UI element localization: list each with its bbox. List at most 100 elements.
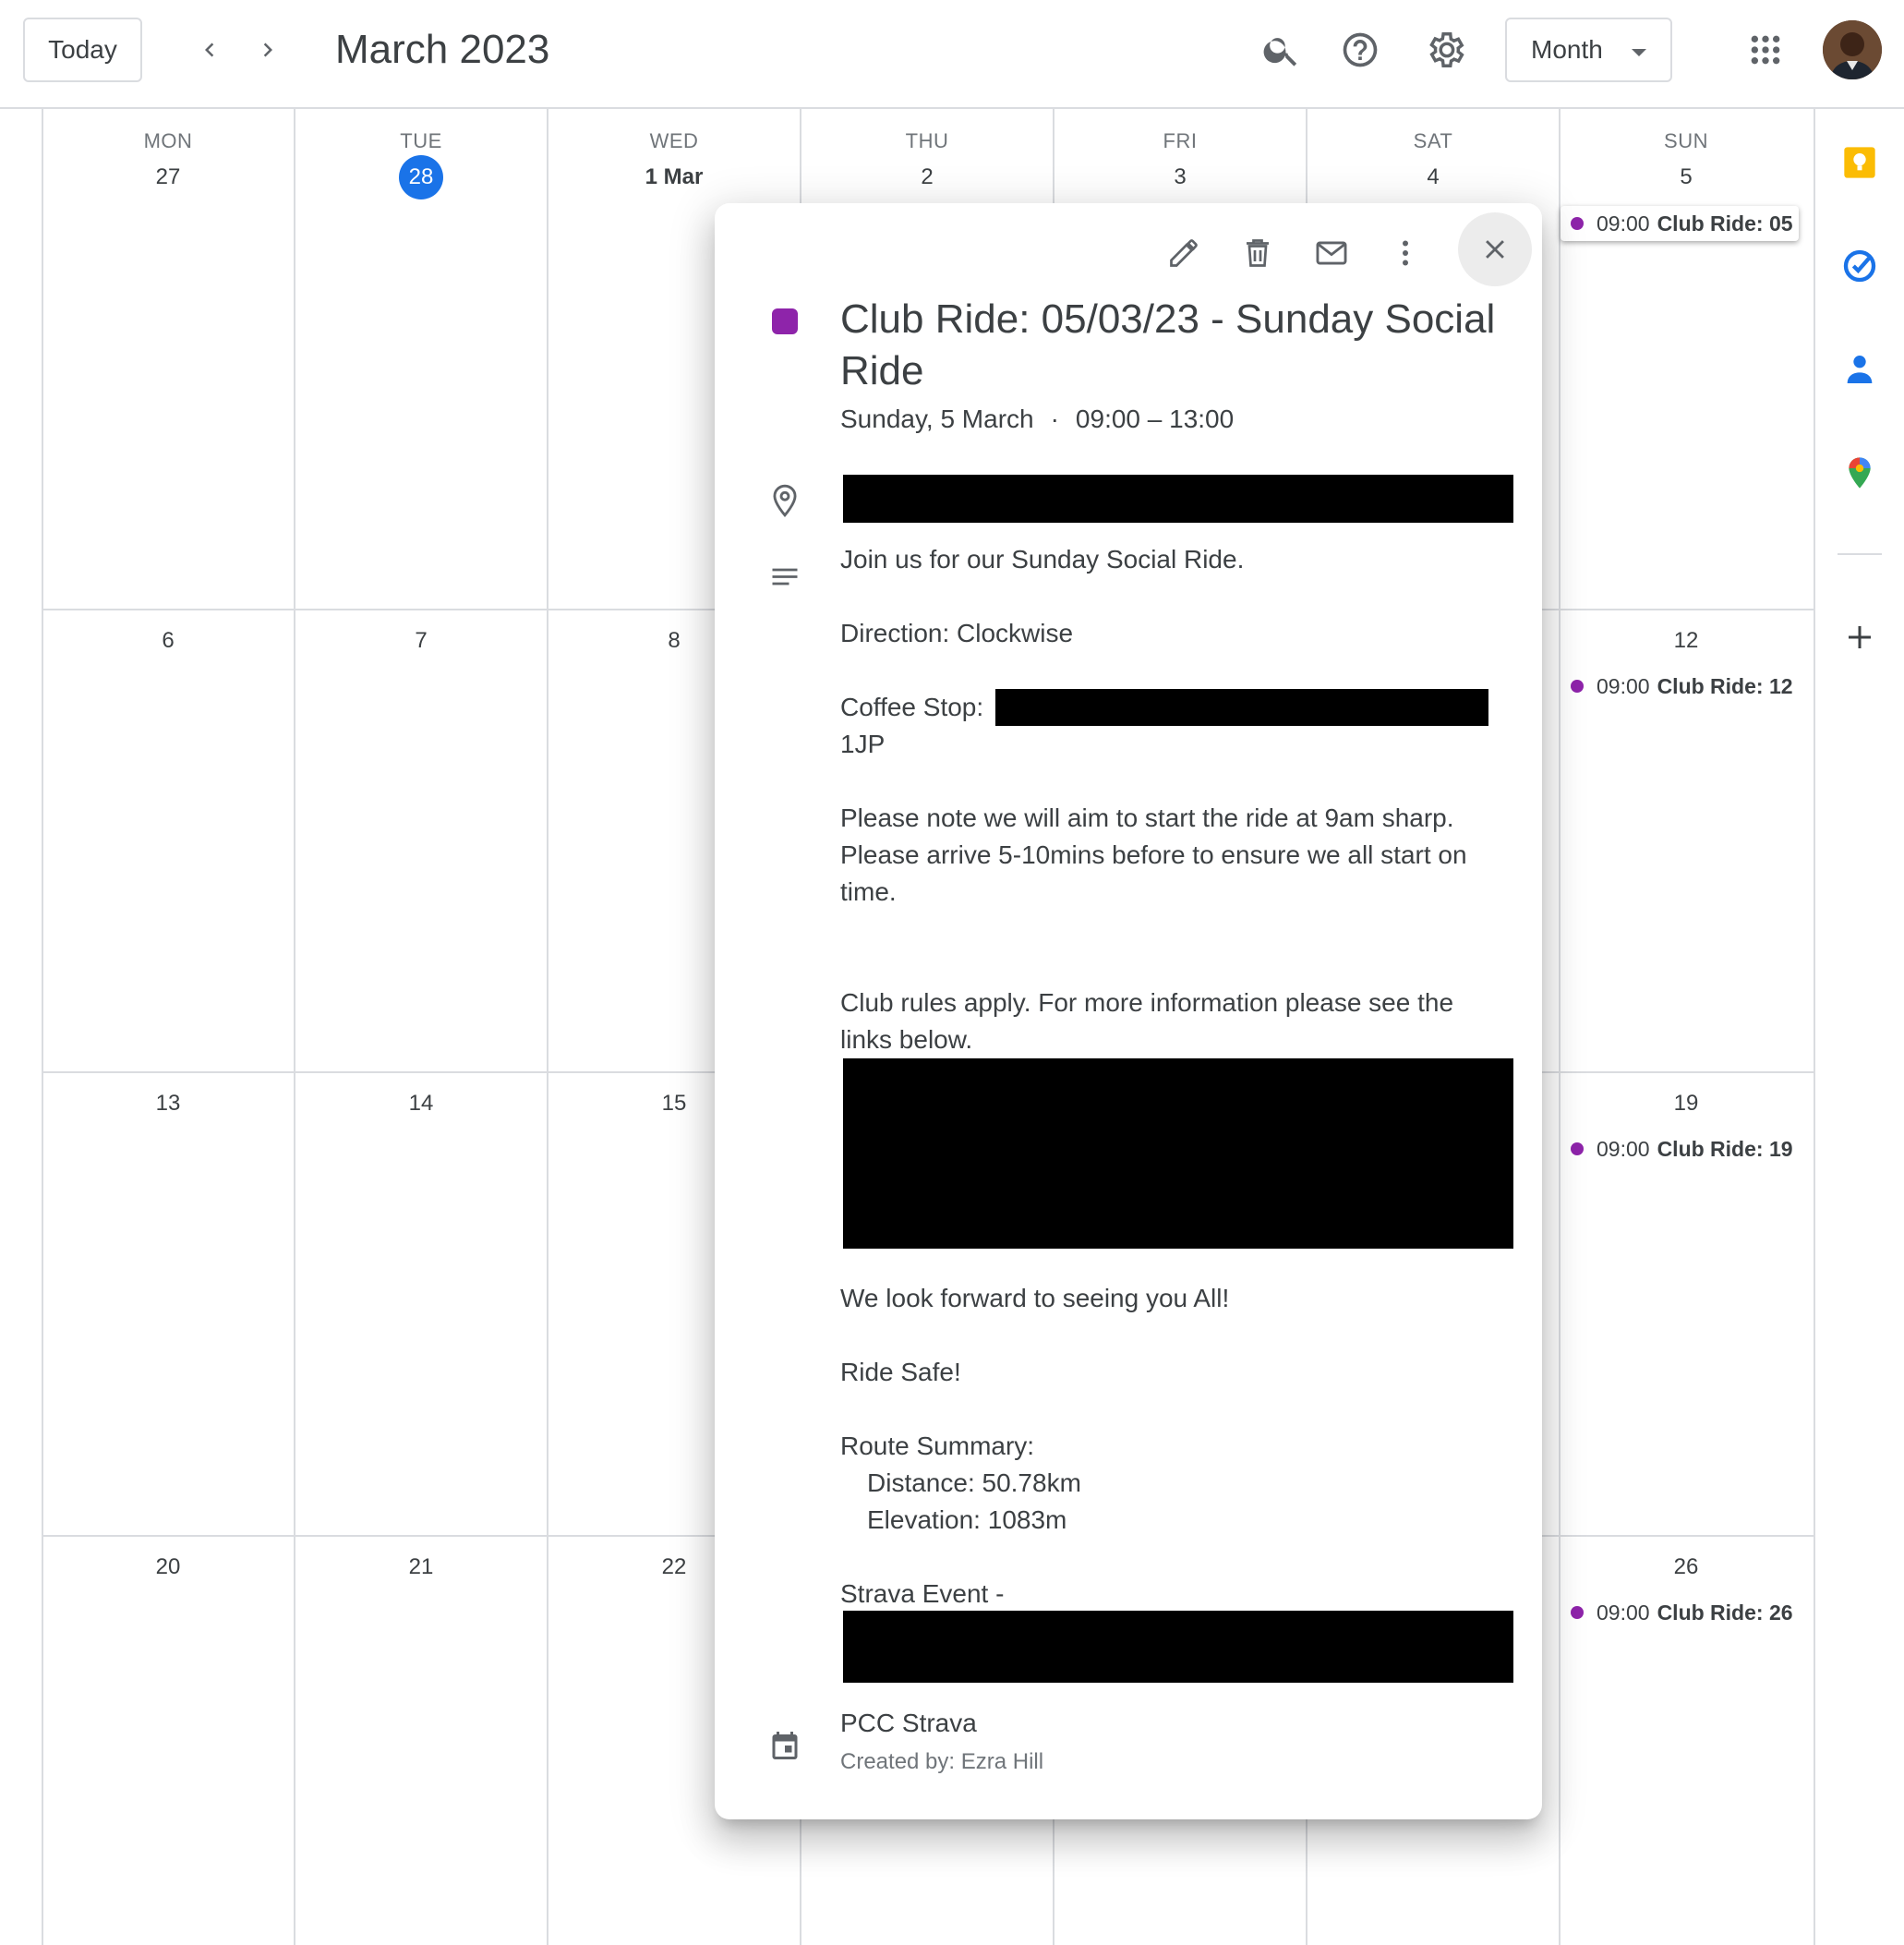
description-row-icon (763, 556, 807, 600)
day-number[interactable]: 21 (295, 1554, 548, 1580)
weekday-sat: SAT (1413, 129, 1453, 152)
weekday-thu: THU (905, 129, 949, 152)
search-button[interactable] (1254, 22, 1309, 78)
event-title: Club Ride: 05/03/23 - Sunday Social Ride (840, 296, 1496, 393)
email-guests-button[interactable] (1304, 225, 1359, 281)
mail-icon (1316, 241, 1347, 265)
description-line: Ride Safe! (840, 1358, 961, 1386)
tasks-button[interactable] (1838, 244, 1882, 288)
day-number[interactable]: 14 (295, 1091, 548, 1117)
event-title: Club Ride: 26 (1657, 1600, 1793, 1625)
description-line: Please arrive 5-10mins before to ensure … (840, 840, 1467, 869)
side-divider (1838, 553, 1882, 555)
caret-down-icon (1632, 49, 1646, 56)
plus-icon (1849, 626, 1871, 648)
redacted-coffee-stop (995, 689, 1488, 726)
event-color-dot (1571, 1142, 1584, 1155)
description-line: Direction: Clockwise (840, 619, 1074, 647)
view-switcher-label: Month (1531, 35, 1603, 64)
account-avatar[interactable] (1823, 20, 1882, 79)
calendar-name: PCC Strava (840, 1709, 977, 1737)
event-chip[interactable]: 09:00 Club Ride: 19 (1561, 1131, 1799, 1166)
today-day-number[interactable]: 28 (399, 155, 443, 199)
view-switcher-button[interactable]: Month (1505, 18, 1672, 82)
pencil-icon (1170, 239, 1198, 267)
more-options-button[interactable] (1378, 225, 1433, 281)
event-chip[interactable]: 09:00 Club Ride: 26 (1561, 1595, 1799, 1630)
close-popup-button[interactable] (1458, 212, 1532, 286)
datetime-separator: · (1050, 405, 1059, 433)
today-button[interactable]: Today (23, 18, 142, 82)
created-by: Created by: Ezra Hill (840, 1749, 1044, 1774)
day-number[interactable]: 13 (42, 1091, 295, 1117)
event-color-dot (1571, 1606, 1584, 1619)
gear-icon (1429, 32, 1464, 67)
description-line: We look forward to seeing you All! (840, 1284, 1230, 1312)
day-number[interactable]: 12 (1560, 628, 1813, 654)
redacted-links (843, 1058, 1513, 1249)
apps-grid-icon (1751, 35, 1780, 65)
redacted-strava-link (843, 1611, 1513, 1683)
event-time: 09:00 (1597, 1136, 1650, 1161)
next-month-button[interactable] (240, 22, 295, 78)
description-line: Join us for our Sunday Social Ride. (840, 545, 1245, 574)
day-number[interactable]: 6 (42, 628, 295, 654)
contacts-icon (1847, 356, 1873, 383)
day-number[interactable]: 5 (1560, 164, 1813, 190)
event-chip-selected[interactable]: 09:00 Club Ride: 05 (1561, 206, 1799, 241)
edit-event-button[interactable] (1156, 225, 1211, 281)
description-line: 1JP (840, 730, 886, 758)
maps-button[interactable] (1838, 451, 1882, 495)
notes-lines-icon (772, 568, 798, 586)
day-number[interactable]: 4 (1307, 164, 1560, 190)
chevron-left-icon (205, 42, 214, 57)
event-datetime: Sunday, 5 March · 09:00 – 13:00 (840, 405, 1234, 434)
top-bar: Today March 2023 Month (0, 0, 1904, 109)
page-title: March 2023 (335, 27, 550, 72)
tasks-icon (1843, 249, 1876, 283)
event-title: Club Ride: 05 (1657, 211, 1793, 236)
side-panel (1815, 109, 1904, 1945)
day-number[interactable]: 3 (1054, 164, 1307, 190)
calendar-icon (772, 1732, 798, 1759)
event-title: Club Ride: 19 (1657, 1136, 1793, 1161)
delete-event-button[interactable] (1230, 225, 1285, 281)
event-time: 09:00 (1597, 673, 1650, 698)
calendar-row-icon (763, 1723, 807, 1768)
chevron-right-icon (263, 42, 272, 57)
weekday-tue: TUE (400, 129, 442, 152)
event-color-dot (1571, 680, 1584, 693)
description-line: time. (840, 877, 897, 906)
trash-icon (1247, 239, 1269, 267)
keep-icon (1844, 147, 1875, 178)
event-color-dot (1571, 217, 1584, 230)
contacts-button[interactable] (1838, 347, 1882, 392)
event-date: Sunday, 5 March (840, 405, 1034, 433)
event-time: 09:00 (1597, 1600, 1650, 1625)
day-number[interactable]: 1 Mar (548, 164, 801, 190)
event-chip[interactable]: 09:00 Club Ride: 12 (1561, 669, 1799, 704)
description-line: Coffee Stop: (840, 693, 984, 721)
event-time: 09:00 (1597, 211, 1650, 236)
day-number[interactable]: 20 (42, 1554, 295, 1580)
day-number[interactable]: 19 (1560, 1091, 1813, 1117)
event-title: Club Ride: 12 (1657, 673, 1793, 698)
event-color-swatch (772, 308, 798, 334)
maps-pin-icon (1849, 457, 1871, 489)
event-details-popup: Club Ride: 05/03/23 - Sunday Social Ride… (715, 203, 1542, 1819)
day-number[interactable]: 2 (801, 164, 1054, 190)
settings-button[interactable] (1417, 22, 1473, 78)
close-icon (1486, 240, 1504, 259)
apps-button[interactable] (1738, 22, 1793, 78)
weekday-fri: FRI (1163, 129, 1198, 152)
event-time-range: 09:00 – 13:00 (1075, 405, 1235, 433)
get-add-ons-button[interactable] (1838, 615, 1882, 659)
day-number[interactable]: 7 (295, 628, 548, 654)
day-number[interactable]: 26 (1560, 1554, 1813, 1580)
previous-month-button[interactable] (182, 22, 237, 78)
keep-button[interactable] (1838, 140, 1882, 185)
help-icon (1343, 32, 1378, 67)
day-number[interactable]: 27 (42, 164, 295, 190)
description-line: Elevation: 1083m (867, 1505, 1067, 1534)
help-button[interactable] (1332, 22, 1388, 78)
